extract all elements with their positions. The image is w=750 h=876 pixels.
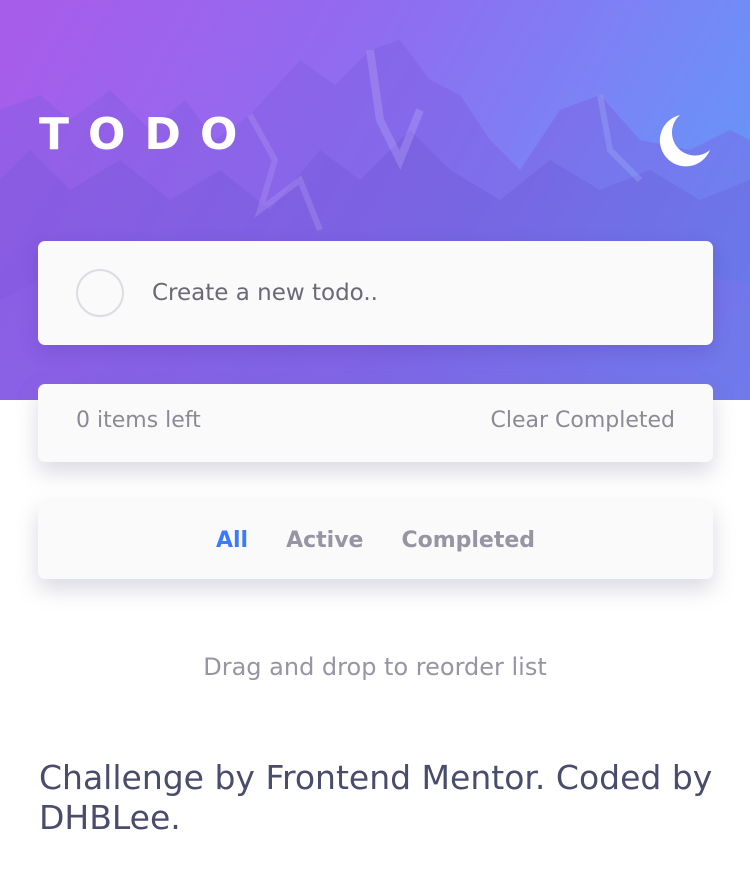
filter-all-button[interactable]: All <box>216 528 248 553</box>
clear-completed-button[interactable]: Clear Completed <box>490 406 675 436</box>
filter-active-button[interactable]: Active <box>286 528 363 553</box>
todo-list-footer: 0 items left Clear Completed <box>38 384 713 462</box>
moon-icon <box>659 115 710 167</box>
filter-bar: All Active Completed <box>38 501 713 579</box>
reorder-hint: Drag and drop to reorder list <box>203 653 547 681</box>
theme-toggle-button[interactable] <box>658 112 712 168</box>
new-todo-card <box>38 241 713 345</box>
attribution-text: Challenge by Frontend Mentor. Coded by D… <box>39 758 713 837</box>
new-todo-check-circle[interactable] <box>76 269 124 317</box>
new-todo-input[interactable] <box>152 271 682 315</box>
items-left-count: 0 items left <box>76 408 201 433</box>
filter-completed-button[interactable]: Completed <box>401 528 535 553</box>
page-title: TODO <box>39 109 257 160</box>
